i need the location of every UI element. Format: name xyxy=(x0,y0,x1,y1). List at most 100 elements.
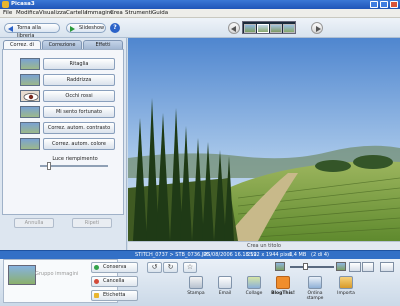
toolbar: Torna alla libreria Slideshow ? xyxy=(0,18,400,39)
basic-fixes-panel: Ritaglia Raddrizza Occhi rossi Mi sento … xyxy=(2,49,124,215)
print-label: Stampa xyxy=(187,291,205,296)
tag-label: Etichetta xyxy=(103,292,126,298)
menu-visualizza[interactable]: Visualizza xyxy=(39,10,66,16)
menu-bar: File Modifica Visualizza Cartella Immagi… xyxy=(0,9,400,18)
menu-crea[interactable]: Crea xyxy=(110,10,123,16)
picasa-app-icon xyxy=(2,1,9,8)
tool-row-feeling-lucky: Mi sento fortunato xyxy=(7,106,122,118)
red-eye-button[interactable]: Occhi rossi xyxy=(43,90,115,102)
undo-button[interactable]: Annulla xyxy=(14,218,54,228)
status-dimensions: 2592 x 1944 pixel xyxy=(247,252,293,258)
zoom-slider-handle[interactable] xyxy=(303,263,308,270)
email-button[interactable]: Email xyxy=(214,276,236,303)
tool-row-straighten: Raddrizza xyxy=(7,74,122,86)
next-photo-button[interactable] xyxy=(311,22,323,34)
feeling-lucky-preview-icon xyxy=(20,106,40,118)
red-eye-preview-icon xyxy=(20,90,40,102)
printer-icon xyxy=(189,276,203,289)
tool-row-redeye: Occhi rossi xyxy=(7,90,122,102)
zoom-slider-track[interactable] xyxy=(290,266,334,268)
status-bar: STITCH_0737 > STB_0736.JPG 25/08/2006 16… xyxy=(0,250,400,259)
collage-label: Collage xyxy=(245,291,263,296)
filmstrip-thumb[interactable] xyxy=(283,24,295,33)
photo-tray: Gruppo immagini Conserva Cancella Etiche… xyxy=(0,259,400,306)
caption-bar: Crea un titolo xyxy=(128,241,400,250)
blogger-icon xyxy=(276,276,290,289)
tool-row-auto-color: Correz. autom. colore xyxy=(7,138,122,150)
status-filename: STITCH_0737 > STB_0736.JPG xyxy=(135,252,211,258)
fill-light-slider-handle[interactable] xyxy=(47,162,51,170)
large-photo-icon xyxy=(336,262,346,271)
tray-group-label: Gruppo immagini xyxy=(35,271,79,277)
crop-preview-icon xyxy=(20,58,40,70)
filmstrip[interactable] xyxy=(242,21,296,34)
title-bar: Picasa3 xyxy=(0,0,400,9)
tag-icon xyxy=(94,293,99,298)
slideshow-button[interactable]: Slideshow xyxy=(66,23,106,33)
clear-label: Cancella xyxy=(103,278,125,284)
auto-contrast-button[interactable]: Correz. autom. contrasto xyxy=(43,122,115,134)
feeling-lucky-button[interactable]: Mi sento fortunato xyxy=(43,106,115,118)
close-button[interactable] xyxy=(390,1,398,8)
auto-color-button[interactable]: Correz. autom. colore xyxy=(43,138,115,150)
order-prints-icon xyxy=(308,276,322,289)
auto-contrast-preview-icon xyxy=(20,122,40,134)
keep-label: Conserva xyxy=(103,264,127,270)
green-pin-icon xyxy=(94,265,99,270)
print-button[interactable]: Stampa xyxy=(185,276,207,303)
menu-file[interactable]: File xyxy=(3,10,12,16)
blogthis-button[interactable]: BlogThis! xyxy=(271,276,295,303)
window-title: Picasa3 xyxy=(11,1,35,7)
edit-panel: Correz. di base Correzione Effetti Ritag… xyxy=(0,38,127,250)
back-to-library-button[interactable]: Torna alla libreria xyxy=(4,23,60,39)
normal-view-button[interactable] xyxy=(349,262,361,272)
redo-button[interactable]: Ripeti xyxy=(72,218,112,228)
status-index: (2 di 4) xyxy=(311,252,330,258)
rotate-left-button[interactable]: ↺ xyxy=(147,262,162,273)
play-icon xyxy=(70,25,75,32)
collage-icon xyxy=(247,276,261,289)
crop-button[interactable]: Ritaglia xyxy=(43,58,115,70)
status-file-size: 1,4 MB xyxy=(289,252,307,258)
caption-input[interactable]: Crea un titolo xyxy=(128,243,400,249)
back-arrow-icon xyxy=(8,25,13,32)
tray-thumbnail[interactable] xyxy=(8,265,36,285)
previous-photo-button[interactable] xyxy=(228,22,240,34)
filmstrip-thumb[interactable] xyxy=(270,24,282,33)
filmstrip-thumb[interactable] xyxy=(244,24,256,33)
order-prints-button[interactable]: Ordina stampe xyxy=(304,276,326,303)
blogthis-label: BlogThis! xyxy=(271,291,295,296)
star-icon: ☆ xyxy=(186,263,194,271)
fullscreen-button[interactable] xyxy=(380,262,394,272)
email-label: Email xyxy=(218,291,232,296)
rotate-right-button[interactable]: ↻ xyxy=(163,262,178,273)
import-button[interactable]: Importa xyxy=(335,276,357,303)
tool-row-crop: Ritaglia xyxy=(7,58,122,70)
back-to-library-label: Torna alla libreria xyxy=(17,25,41,39)
import-icon xyxy=(339,276,353,289)
star-button[interactable]: ☆ xyxy=(183,262,197,273)
menu-guida[interactable]: Guida xyxy=(152,10,168,16)
order-prints-label: Ordina stampe xyxy=(306,291,324,301)
clear-button[interactable]: Cancella xyxy=(91,276,138,287)
auto-color-preview-icon xyxy=(20,138,40,150)
import-label: Importa xyxy=(337,291,355,296)
minimize-button[interactable] xyxy=(370,1,378,8)
keep-button[interactable]: Conserva xyxy=(91,262,138,273)
straighten-preview-icon xyxy=(20,74,40,86)
menu-strumenti[interactable]: Strumenti xyxy=(125,10,152,16)
help-button[interactable]: ? xyxy=(110,23,120,33)
menu-cartella[interactable]: Cartella xyxy=(66,10,87,16)
slideshow-label: Slideshow xyxy=(79,25,105,31)
straighten-button[interactable]: Raddrizza xyxy=(43,74,115,86)
maximize-button[interactable] xyxy=(380,1,388,8)
filmstrip-thumb-selected[interactable] xyxy=(257,24,269,33)
tag-button[interactable]: Etichetta xyxy=(91,290,138,301)
menu-modifica[interactable]: Modifica xyxy=(16,10,39,16)
photo-preview[interactable] xyxy=(128,38,400,241)
fit-view-button[interactable] xyxy=(362,262,374,272)
clear-icon xyxy=(94,279,99,284)
small-photo-icon xyxy=(275,262,285,271)
collage-button[interactable]: Collage xyxy=(243,276,265,303)
tool-row-auto-contrast: Correz. autom. contrasto xyxy=(7,122,122,134)
